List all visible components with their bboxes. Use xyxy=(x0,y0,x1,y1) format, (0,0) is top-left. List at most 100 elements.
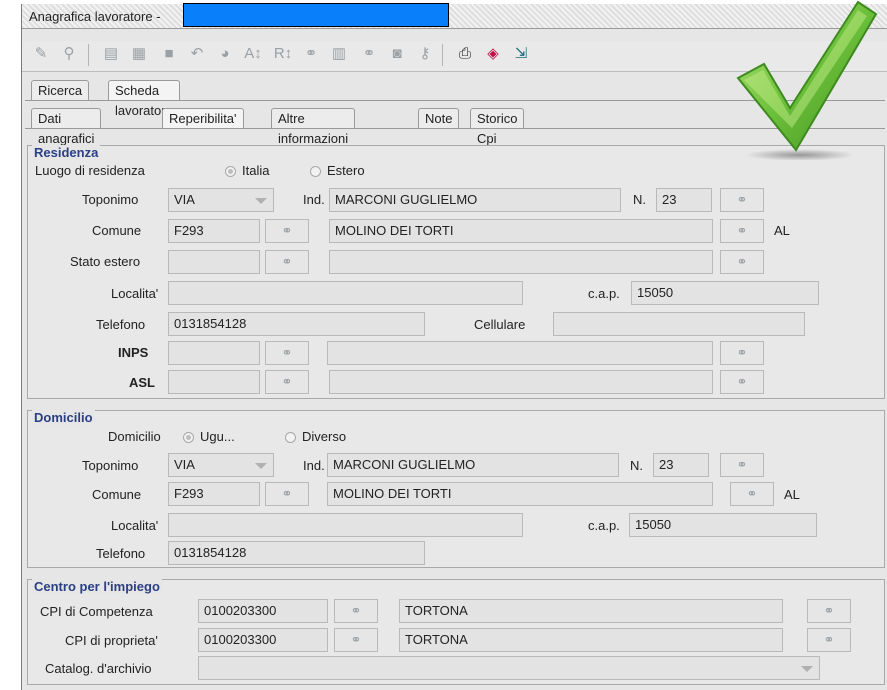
stato-name-field[interactable] xyxy=(329,250,713,274)
new-document-icon[interactable]: ▤ xyxy=(98,41,124,67)
comune-code-field[interactable]: F293 xyxy=(168,482,260,506)
chevron-down-icon xyxy=(255,463,267,469)
binoculars-icon[interactable]: ⚭ xyxy=(807,628,851,652)
radio-estero-label: Estero xyxy=(327,163,365,178)
binoculars-icon[interactable]: ⚭ xyxy=(720,453,764,477)
comune-name-field[interactable]: MOLINO DEI TORTI xyxy=(327,482,713,506)
binoculars-icon[interactable]: ⚭ xyxy=(720,188,764,212)
sort-icon[interactable]: A↕ xyxy=(240,41,266,67)
binoculars-icon[interactable]: ⚭ xyxy=(720,341,764,365)
window-title: Anagrafica lavoratore - xyxy=(29,9,161,24)
edit-icon[interactable]: ✎ xyxy=(28,41,54,67)
domicilio-legend: Domicilio xyxy=(32,410,95,425)
cpi-competenza-name-field[interactable]: TORTONA xyxy=(399,599,783,623)
stato-code-field[interactable] xyxy=(168,250,260,274)
link-icon[interactable]: ⚭ xyxy=(298,41,324,67)
tab-note[interactable]: Note xyxy=(418,108,460,128)
binoculars-icon[interactable]: ⚭ xyxy=(720,219,764,243)
cpi-proprieta-name-field[interactable]: TORTONA xyxy=(399,628,783,652)
radio-diverso[interactable] xyxy=(285,432,296,443)
tab-reperibilita[interactable]: Reperibilita' xyxy=(162,108,244,128)
cpi-competenza-label: CPI di Competenza xyxy=(40,604,153,619)
catalog-archivio-label: Catalog. d'archivio xyxy=(45,661,152,676)
inps-code-field[interactable] xyxy=(168,341,260,365)
domicilio-panel: Domicilio Domicilio Ugu... Diverso Topon… xyxy=(27,410,885,568)
asl-name-field[interactable] xyxy=(329,370,713,394)
toponimo-label: Toponimo xyxy=(82,192,139,207)
cpi-competenza-code-field[interactable]: 0100203300 xyxy=(198,599,328,623)
binoculars-icon[interactable]: ⚭ xyxy=(265,341,309,365)
asl-label: ASL xyxy=(129,375,155,390)
telefono-label: Telefono xyxy=(96,317,146,332)
telefono-field[interactable]: 0131854128 xyxy=(168,541,425,565)
book-icon[interactable]: ◈ xyxy=(480,41,506,67)
numero-field[interactable]: 23 xyxy=(653,453,709,477)
binoculars-icon[interactable]: ⚭ xyxy=(265,250,309,274)
tab-scheda-lavoratore[interactable]: Scheda lavoratore xyxy=(108,80,180,118)
stato-estero-label: Stato estero xyxy=(70,254,141,269)
toponimo-select[interactable]: VIA xyxy=(168,453,274,477)
undo-icon[interactable]: ↶ xyxy=(184,41,210,67)
localita-field[interactable] xyxy=(168,281,523,305)
radio-diverso-label: Diverso xyxy=(302,429,347,444)
radio-estero[interactable] xyxy=(310,166,321,177)
new-record-icon[interactable]: ▦ xyxy=(126,41,152,67)
numero-label: N. xyxy=(630,458,643,473)
cap-field[interactable]: 15050 xyxy=(631,281,819,305)
localita-label: Localita' xyxy=(111,286,159,301)
cpi-legend: Centro per l'impiego xyxy=(32,579,162,594)
binoculars-icon[interactable]: ⚭ xyxy=(720,250,764,274)
catalog-archivio-select[interactable] xyxy=(198,656,820,680)
provincia-label: AL xyxy=(784,487,800,502)
binoculars-icon[interactable]: ⚭ xyxy=(334,628,378,652)
delete-icon[interactable]: ◕ xyxy=(212,41,238,67)
radio-italia[interactable] xyxy=(225,166,236,177)
binoculars-icon[interactable]: ⚭ xyxy=(720,370,764,394)
tab-dati-anagrafici[interactable]: Dati anagrafici xyxy=(31,108,102,146)
cap-label: c.a.p. xyxy=(588,518,620,533)
residenza-panel: Residenza Luogo di residenza Italia Este… xyxy=(27,145,885,399)
telefono-label: Telefono xyxy=(96,546,146,561)
tab-ricerca[interactable]: Ricerca xyxy=(31,80,90,100)
indirizzo-field[interactable]: MARCONI GUGLIELMO xyxy=(329,188,621,212)
group-icon[interactable]: ⚭ xyxy=(356,41,382,67)
radio-uguale[interactable] xyxy=(183,432,194,443)
checkmark-icon xyxy=(736,0,878,160)
print-icon[interactable]: ⎙ xyxy=(452,41,478,67)
toponimo-label: Toponimo xyxy=(82,458,139,473)
tab-altre-informazioni[interactable]: Altre informazioni xyxy=(271,108,356,146)
cpi-panel: Centro per l'impiego CPI di Competenza 0… xyxy=(27,579,885,685)
binoculars-icon[interactable]: ⚭ xyxy=(334,599,378,623)
cellulare-label: Cellulare xyxy=(474,317,526,332)
toponimo-select[interactable]: VIA xyxy=(168,188,274,212)
inps-name-field[interactable] xyxy=(327,341,713,365)
binoculars-icon[interactable]: ⚭ xyxy=(730,482,774,506)
ind-label: Ind. xyxy=(303,192,325,207)
cellulare-field[interactable] xyxy=(553,312,805,336)
domicilio-label: Domicilio xyxy=(108,429,161,444)
telefono-field[interactable]: 0131854128 xyxy=(168,312,425,336)
save-icon[interactable]: ■ xyxy=(156,41,182,67)
comune-name-field[interactable]: MOLINO DEI TORTI xyxy=(329,219,713,243)
tab-storico-cpi[interactable]: Storico Cpi xyxy=(470,108,525,146)
toponimo-value: VIA xyxy=(174,457,195,472)
key-icon[interactable]: ⚷ xyxy=(412,41,438,67)
asl-code-field[interactable] xyxy=(168,370,260,394)
radio-uguale-label: Ugu... xyxy=(200,429,235,444)
comune-label: Comune xyxy=(92,487,142,502)
binoculars-icon[interactable]: ⚭ xyxy=(807,599,851,623)
binoculars-icon[interactable]: ⚭ xyxy=(265,219,309,243)
comune-code-field[interactable]: F293 xyxy=(168,219,260,243)
indirizzo-field[interactable]: MARCONI GUGLIELMO xyxy=(327,453,619,477)
numero-field[interactable]: 23 xyxy=(656,188,712,212)
list-icon[interactable]: ▥ xyxy=(326,41,352,67)
localita-field[interactable] xyxy=(168,513,523,537)
camera-icon[interactable]: ◙ xyxy=(384,41,410,67)
cpi-proprieta-code-field[interactable]: 0100203300 xyxy=(198,628,328,652)
binoculars-icon[interactable]: ⚭ xyxy=(265,482,309,506)
cap-field[interactable]: 15050 xyxy=(629,513,817,537)
exit-icon[interactable]: ⇲ xyxy=(508,41,534,67)
search-icon[interactable]: ⚲ xyxy=(56,41,82,67)
filter-icon[interactable]: R↕ xyxy=(270,41,296,67)
binoculars-icon[interactable]: ⚭ xyxy=(265,370,309,394)
